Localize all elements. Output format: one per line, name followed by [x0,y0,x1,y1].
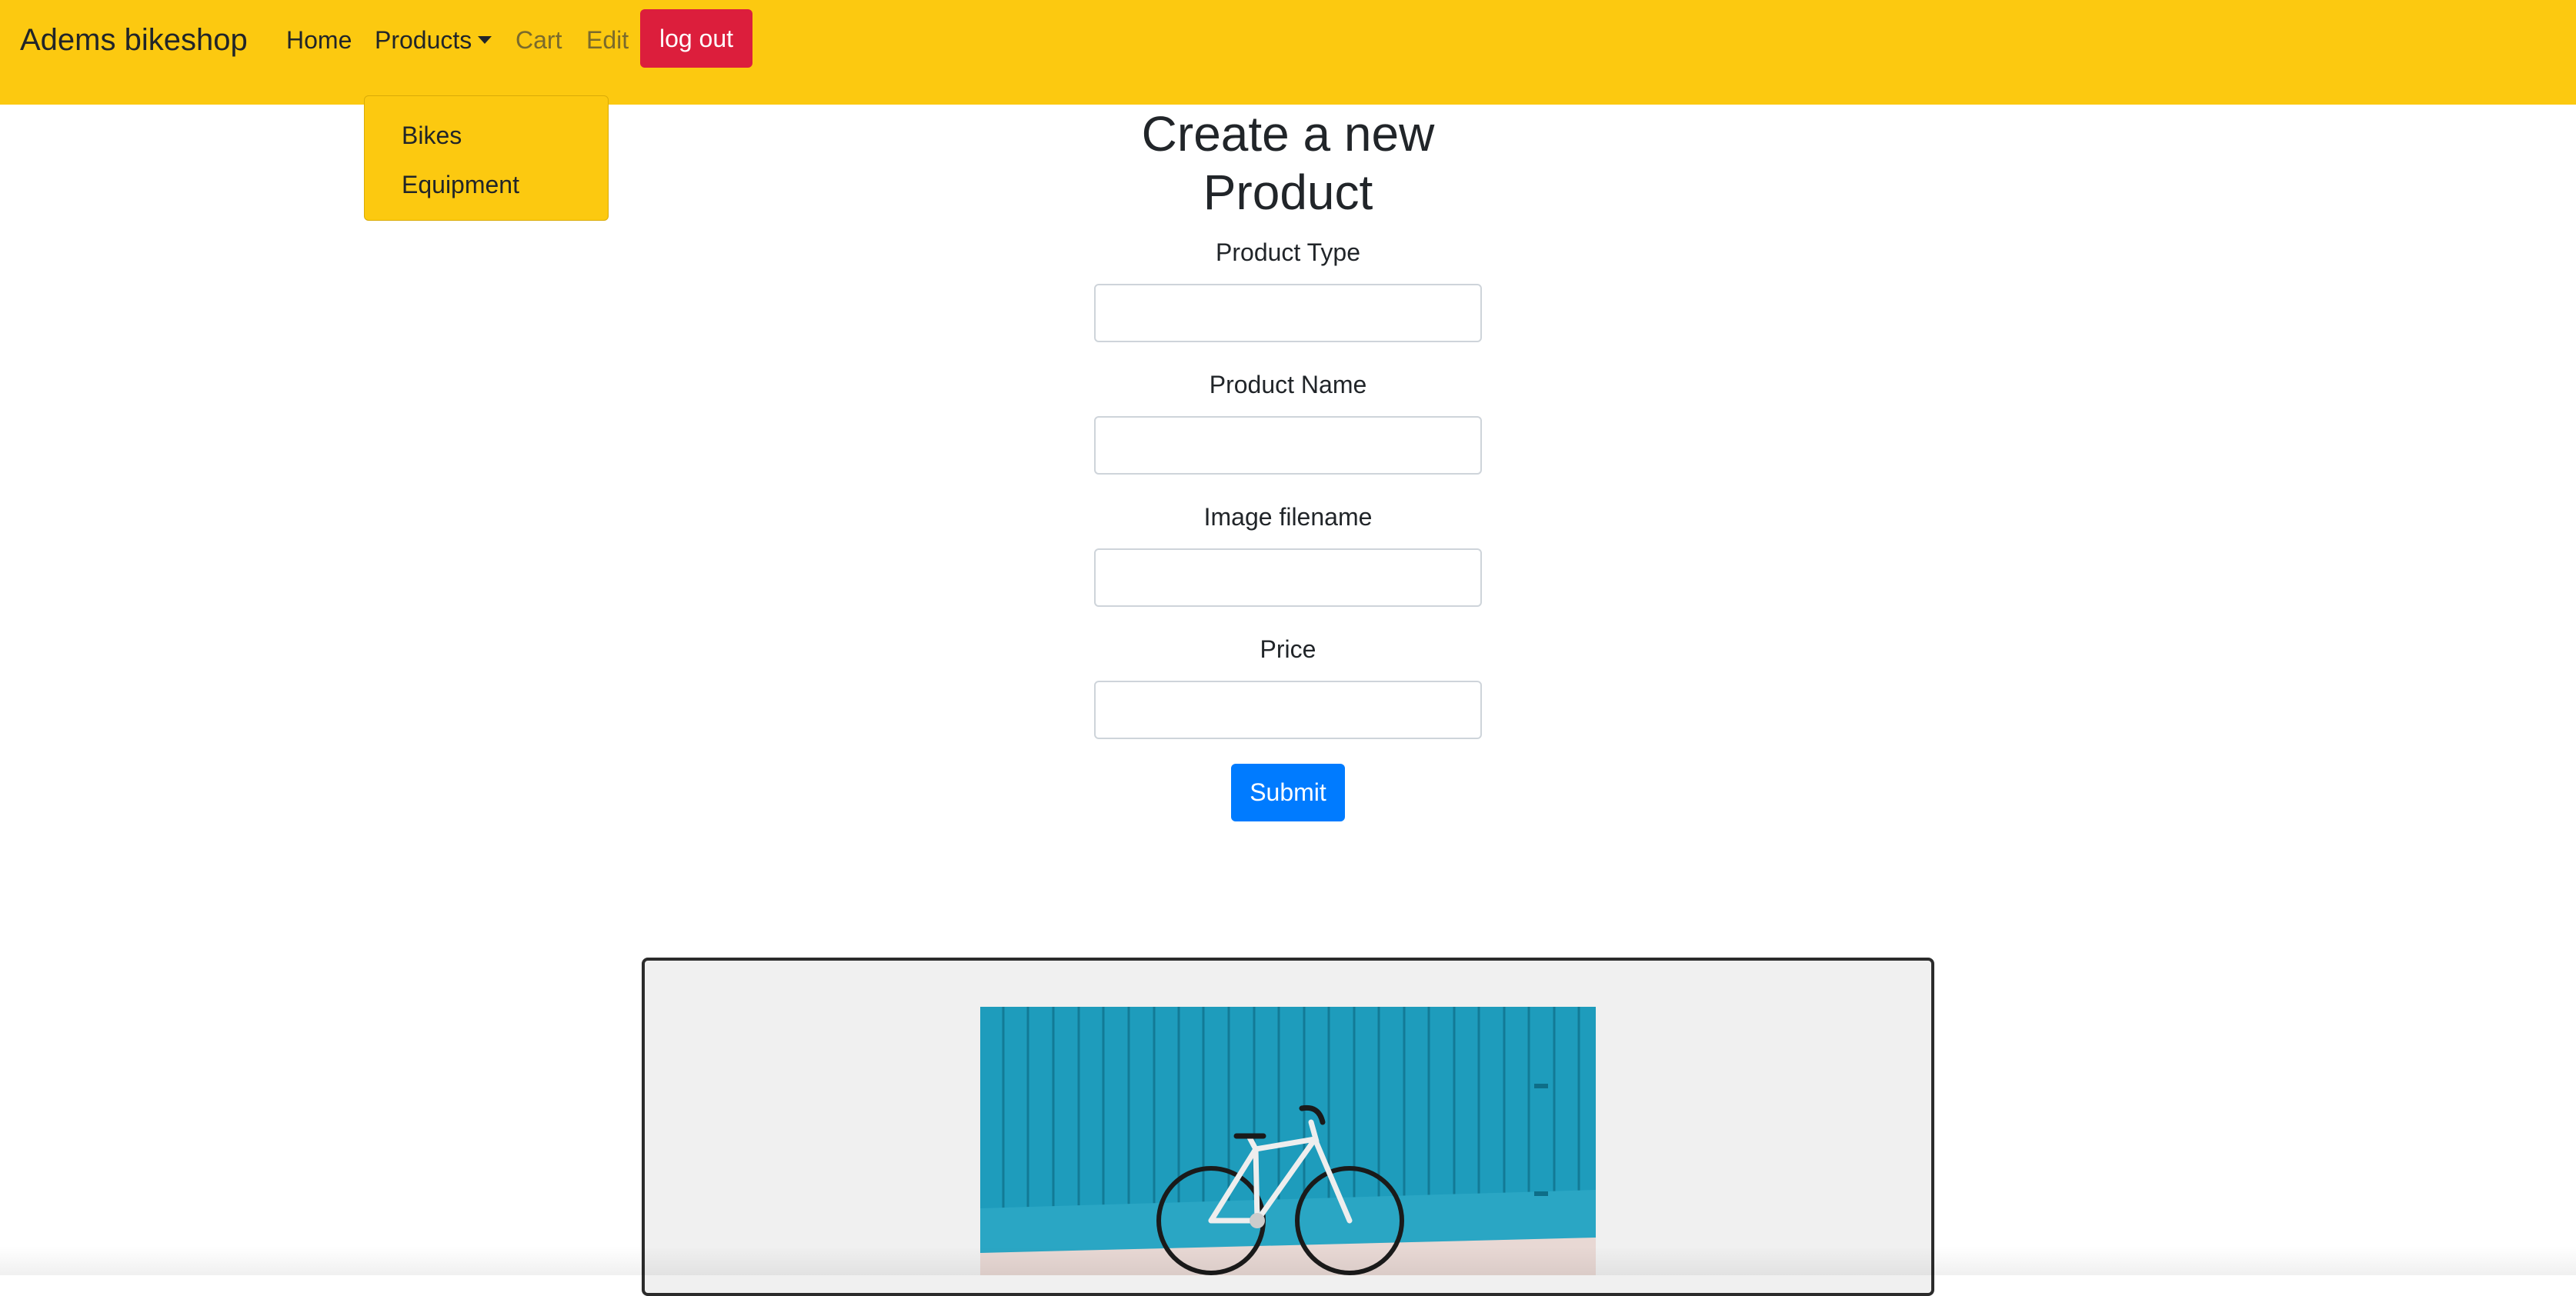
navbar: Adems bikeshop Home Products Cart Edit l… [0,0,2576,105]
caret-down-icon [478,36,492,44]
image-filename-input[interactable] [1094,548,1482,607]
product-name-label: Product Name [1209,371,1367,398]
nav-cart-link[interactable]: Cart [516,23,562,57]
products-dropdown-menu: Bikes Equipment [364,95,609,221]
product-name-input[interactable] [1094,416,1482,475]
nav-home-link[interactable]: Home [286,23,352,57]
bicycle-image-icon [980,1007,1596,1275]
nav-products-label: Products [375,26,472,54]
page-title: Create a new Product [1141,106,1435,220]
brand-logo[interactable]: Adems bikeshop [20,20,248,60]
logout-button[interactable]: log out [640,9,752,68]
bicycle-photo [980,1007,1596,1275]
dropdown-item-equipment[interactable]: Equipment [402,168,519,202]
nav-edit-link[interactable]: Edit [586,23,629,57]
product-type-label: Product Type [1216,238,1360,266]
dropdown-item-bikes[interactable]: Bikes [402,118,462,152]
product-type-input[interactable] [1094,284,1482,342]
submit-button[interactable]: Submit [1231,764,1345,821]
price-label: Price [1260,635,1316,663]
image-filename-label: Image filename [1203,503,1373,531]
nav-products-dropdown-toggle[interactable]: Products [375,23,492,57]
price-input[interactable] [1094,681,1482,739]
